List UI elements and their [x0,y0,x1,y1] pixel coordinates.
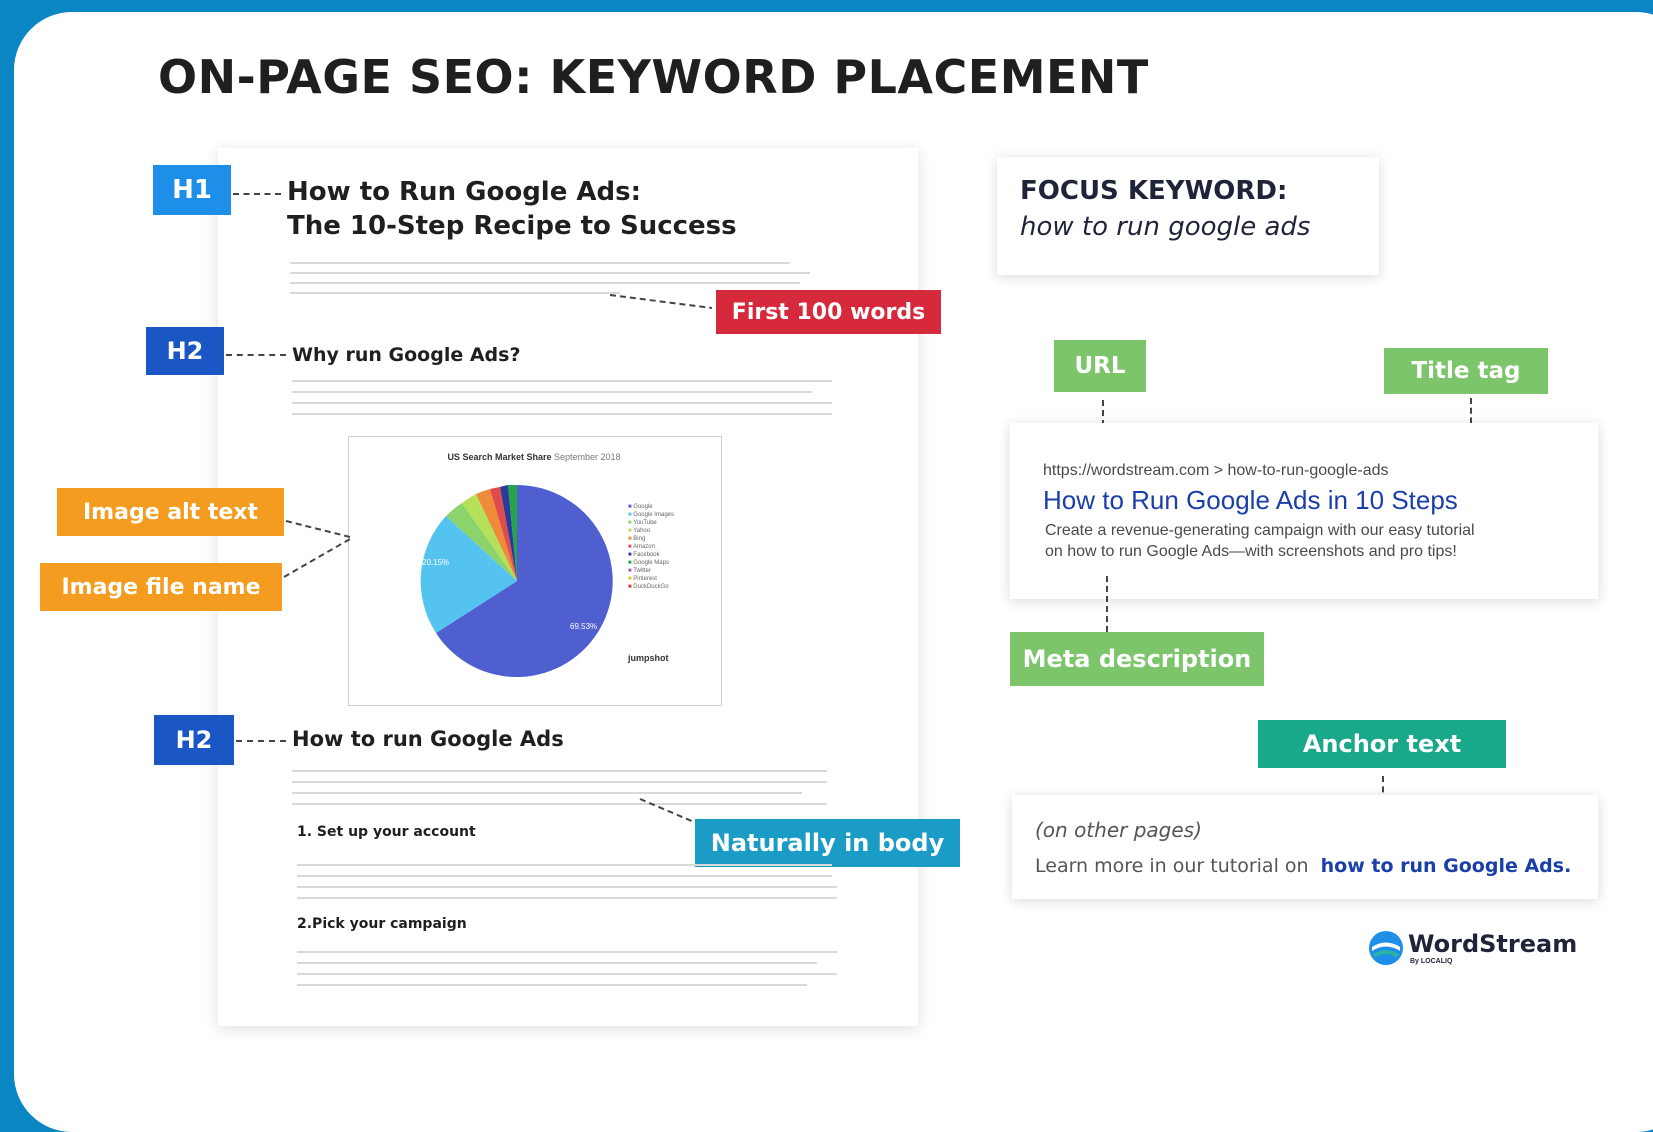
step-2-text: 2.Pick your campaign [297,916,467,932]
text-line [297,973,837,975]
text-line [292,402,832,404]
h2-connector-2 [236,740,286,742]
text-line [297,875,832,877]
image-alt-text-tag: Image alt text [57,488,284,536]
text-line [297,897,837,899]
h2-tag-1: H2 [146,327,224,375]
legend-item: ■ Google Images [628,512,674,518]
anchor-link[interactable]: how to run Google Ads. [1321,855,1572,877]
naturally-connector [639,798,695,823]
pie-legend: ■ Google ■ Google Images ■ YouTube ■ Yah… [628,503,674,591]
serp-title-link[interactable]: How to Run Google Ads in 10 Steps [1043,485,1458,516]
h2-text-2: How to run Google Ads [292,727,564,751]
url-tag: URL [1054,340,1146,392]
meta-description-tag: Meta description [1010,632,1264,686]
text-line [290,262,790,264]
legend-item: ■ Amazon [628,544,655,550]
h2-text-1: Why run Google Ads? [292,344,521,366]
anchor-text-tag: Anchor text [1258,720,1506,768]
text-line [292,770,827,772]
text-line [292,803,827,805]
naturally-in-body-tag: Naturally in body [695,819,960,867]
text-line [297,864,832,866]
text-line [292,413,832,415]
text-line [292,391,812,393]
text-line [297,951,837,953]
step-1-text: 1. Set up your account [297,824,476,840]
legend-item: ■ Google [628,504,653,510]
text-line [297,984,807,986]
serp-description-line-1: Create a revenue-generating campaign wit… [1045,522,1475,539]
text-line [297,886,837,888]
page-title: ON-PAGE SEO: KEYWORD PLACEMENT [158,50,1149,104]
legend-item: ■ Yahoo [628,528,651,534]
meta-description-connector [1106,576,1108,632]
text-line [292,380,832,382]
h1-line-2: The 10-Step Recipe to Success [287,211,737,241]
first-100-words-tag: First 100 words [716,290,941,334]
text-line [292,781,827,783]
legend-item: ■ Facebook [628,552,660,558]
text-line [290,272,810,274]
anchor-example-box [1012,795,1598,899]
chart-source-logo: jumpshot [628,653,669,663]
focus-keyword-label: FOCUS KEYWORD: [1020,176,1288,206]
serp-url: https://wordstream.com > how-to-run-goog… [1043,462,1389,479]
legend-item: ■ Bing [628,536,646,542]
title-tag-label: Title tag [1384,348,1548,394]
h2-connector-1 [226,354,286,356]
legend-item: ■ Twitter [628,568,651,574]
h1-tag: H1 [153,165,231,215]
legend-item: ■ YouTube [628,520,657,526]
pie-big-label: 69.53% [570,622,598,631]
wordstream-logo-icon [1369,931,1403,965]
text-line [297,962,817,964]
h1-line-1: How to Run Google Ads: [287,177,642,207]
h2-tag-2: H2 [154,715,234,765]
legend-item: ■ Pinterest [628,576,657,582]
wordstream-logo-text: WordStream [1408,930,1578,958]
h1-connector [233,193,281,195]
legend-item: ■ Google Maps [628,560,669,566]
chart-image-title: US Search Market Share September 2018 [447,452,621,462]
text-line [290,282,800,284]
pie-light-label: 20.15% [422,558,450,567]
focus-keyword-value: how to run google ads [1020,212,1311,242]
legend-item: ■ DuckDuckGo [628,584,669,590]
wordstream-byline: By LOCALIQ [1410,958,1453,965]
text-line [290,292,620,294]
text-line [292,792,802,794]
anchor-sentence: Learn more in our tutorial on how to run… [1035,855,1571,877]
anchor-note: (on other pages) [1035,818,1202,842]
anchor-sentence-prefix: Learn more in our tutorial on [1035,855,1309,877]
serp-description-line-2: on how to run Google Ads—with screenshot… [1045,543,1457,560]
image-file-name-tag: Image file name [40,563,282,611]
